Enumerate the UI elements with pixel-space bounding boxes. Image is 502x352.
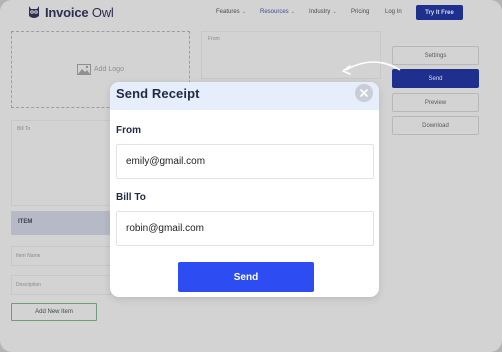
- bill-to-textarea[interactable]: [11, 120, 111, 206]
- settings-button[interactable]: Settings: [392, 46, 479, 65]
- image-icon: [77, 64, 91, 75]
- nav-features-label: Features: [216, 9, 240, 15]
- nav-industry-label: Industry: [309, 9, 331, 15]
- close-button[interactable]: [355, 84, 373, 102]
- close-icon: [360, 89, 368, 97]
- from-field-label: From: [116, 125, 141, 136]
- nav-login[interactable]: Log In: [385, 9, 402, 15]
- add-logo-text: Add Logo: [94, 66, 124, 73]
- try-it-free-button[interactable]: Try It Free: [416, 5, 463, 20]
- from-email-input[interactable]: [116, 144, 374, 179]
- download-button[interactable]: Download: [392, 116, 479, 135]
- send-receipt-modal: Send Receipt From Bill To Send: [110, 82, 379, 297]
- nav-pricing[interactable]: Pricing: [351, 9, 369, 15]
- item-column-header: ITEM: [18, 219, 33, 225]
- preview-button[interactable]: Preview: [392, 93, 479, 112]
- nav-features[interactable]: Features ⌄: [216, 9, 246, 15]
- item-name-placeholder: Item Name: [16, 253, 41, 259]
- brand-name: Invoice Owl: [45, 5, 114, 20]
- nav-resources[interactable]: Resources ⌄: [260, 9, 295, 15]
- from-label: From: [208, 36, 220, 42]
- nav-resources-label: Resources: [260, 9, 289, 15]
- owl-logo-icon: [29, 6, 39, 18]
- send-button[interactable]: Send: [178, 262, 314, 292]
- nav-industry[interactable]: Industry ⌄: [309, 9, 337, 15]
- nav-login-label: Log In: [385, 9, 402, 15]
- modal-header: Send Receipt: [110, 82, 379, 110]
- curved-arrow-icon: [342, 61, 401, 75]
- app-page: Invoice Owl Features ⌄ Resources ⌄ Industr…: [0, 0, 502, 352]
- brand-logo[interactable]: Invoice Owl: [27, 5, 114, 20]
- top-nav: Invoice Owl Features ⌄ Resources ⌄ Industr…: [0, 0, 502, 26]
- description-placeholder: Description: [16, 282, 42, 288]
- chevron-down-icon: ⌄: [332, 9, 337, 15]
- modal-title: Send Receipt: [116, 86, 200, 101]
- bill-to-email-input[interactable]: [116, 211, 374, 246]
- bill-to-label: Bill To: [17, 126, 31, 132]
- nav-pricing-label: Pricing: [351, 9, 370, 15]
- add-logo-label: Add Logo: [77, 64, 124, 75]
- chevron-down-icon: ⌄: [241, 9, 246, 15]
- send-sidebar-button[interactable]: Send: [392, 69, 479, 88]
- chevron-down-icon: ⌄: [290, 9, 295, 15]
- bill-to-field-label: Bill To: [116, 192, 146, 203]
- add-new-item-button[interactable]: Add New Item: [11, 303, 97, 321]
